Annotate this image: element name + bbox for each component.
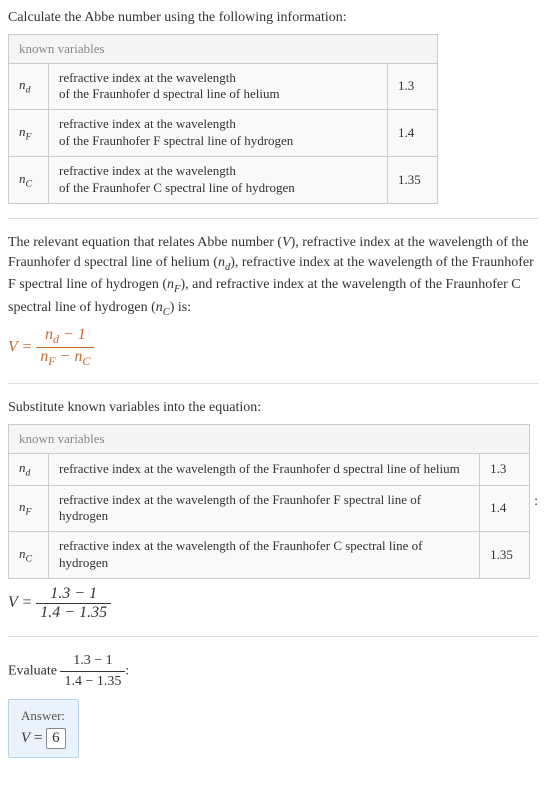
table-header: known variables (9, 424, 530, 453)
colon: : (534, 494, 538, 510)
table-row: nC refractive index at the wavelength of… (9, 157, 438, 204)
table-header: known variables (9, 34, 438, 63)
equation-numeric: V = 1.3 − 1 1.4 − 1.35 (8, 585, 538, 622)
divider (8, 218, 538, 219)
variables-table-1: known variables nd refractive index at t… (8, 34, 438, 204)
answer-label: Answer: (21, 708, 66, 724)
table-row: nF refractive index at the wavelength of… (9, 485, 530, 532)
answer-box: Answer: V = 6 (8, 699, 79, 758)
intro-text: Calculate the Abbe number using the foll… (8, 8, 538, 28)
table-row: nd refractive index at the wavelength of… (9, 453, 530, 485)
substitute-text: Substitute known variables into the equa… (8, 398, 538, 418)
relevant-equation-text: The relevant equation that relates Abbe … (8, 233, 538, 320)
equation-symbolic: V = nd − 1 nF − nC (8, 326, 538, 369)
variables-table-2: known variables nd refractive index at t… (8, 424, 530, 579)
table-row: nC refractive index at the wavelength of… (9, 532, 530, 579)
evaluate-text: Evaluate 1.3 − 1 1.4 − 1.35 : (8, 651, 538, 691)
divider (8, 636, 538, 637)
answer-value: V = 6 (21, 728, 66, 749)
table-row: nd refractive index at the wavelength of… (9, 63, 438, 110)
table-row: nF refractive index at the wavelength of… (9, 110, 438, 157)
divider (8, 383, 538, 384)
